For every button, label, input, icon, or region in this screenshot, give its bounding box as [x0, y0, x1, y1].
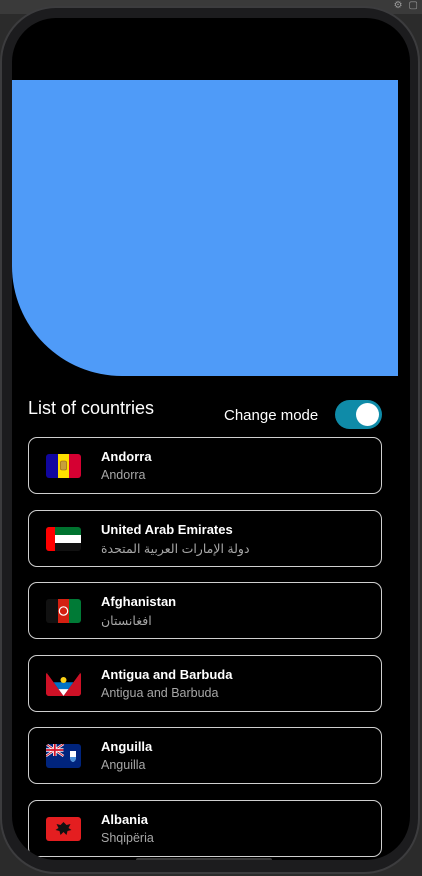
country-list: Andorra Andorra United Arab Emirates دول… — [28, 437, 382, 860]
change-mode-toggle[interactable] — [335, 400, 382, 429]
country-name: Albania — [101, 811, 148, 827]
list-item[interactable]: Anguilla Anguilla — [28, 727, 382, 784]
native-name: Anguilla — [101, 758, 146, 772]
antigua-flag-icon — [46, 671, 81, 696]
header-banner — [12, 80, 398, 376]
app-screen: List of countries Change mode Andorra An… — [12, 18, 410, 860]
list-item[interactable]: Afghanistan افغانستان — [28, 582, 382, 639]
country-name: Anguilla — [101, 739, 153, 754]
list-item[interactable]: Antigua and Barbuda Antigua and Barbuda — [28, 654, 382, 712]
toggle-knob — [356, 403, 379, 426]
page-title: List of countries — [28, 398, 155, 418]
list-item[interactable]: Albania Shqipëria — [28, 799, 382, 857]
country-name: Antigua and Barbuda — [101, 666, 233, 682]
afghanistan-flag-icon — [46, 599, 81, 623]
window-icon[interactable]: ▢ — [409, 0, 418, 12]
uae-flag-icon — [46, 526, 81, 551]
native-name: Shqipëria — [101, 830, 154, 845]
home-indicator[interactable] — [136, 858, 272, 860]
country-name: United Arab Emirates — [101, 521, 233, 537]
country-name: Andorra — [101, 449, 152, 464]
native-name: دولة الإمارات العربية المتحدة — [101, 541, 250, 556]
phone-frame: List of countries Change mode Andorra An… — [0, 6, 420, 874]
native-name: Antigua and Barbuda — [101, 685, 219, 700]
albania-flag-icon — [46, 816, 81, 841]
list-item[interactable]: Andorra Andorra — [28, 437, 382, 494]
anguilla-flag-icon — [46, 744, 81, 768]
gear-icon[interactable]: ⚙ — [394, 0, 403, 12]
country-name: Afghanistan — [101, 594, 177, 609]
change-mode-label: Change mode — [224, 407, 319, 424]
native-name: افغانستان — [101, 614, 152, 628]
native-name: Andorra — [101, 468, 146, 482]
list-item[interactable]: United Arab Emirates دولة الإمارات العرب… — [28, 509, 382, 567]
andorra-flag-icon — [46, 454, 81, 478]
desktop-toolbar: ⚙ ▢ — [394, 0, 418, 12]
